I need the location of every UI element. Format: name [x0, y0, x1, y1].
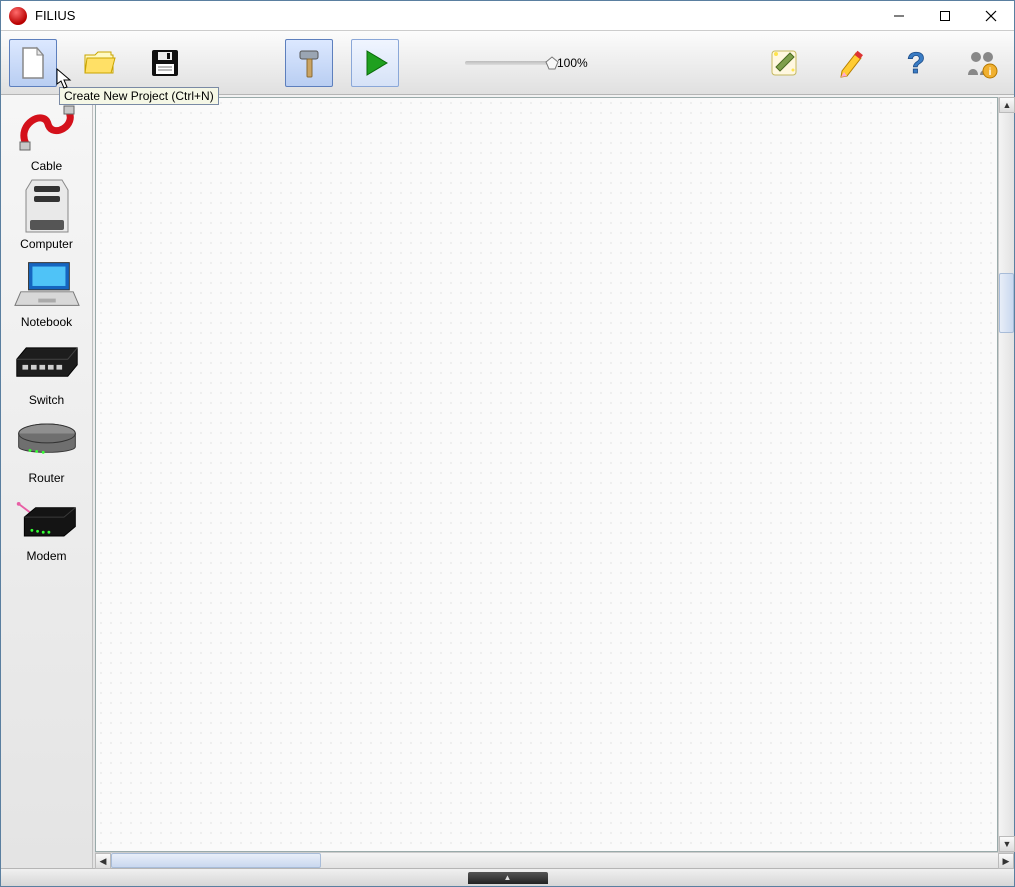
- help-button[interactable]: ?: [892, 39, 940, 87]
- notebook-icon: [13, 258, 81, 312]
- simulation-mode-button[interactable]: [351, 39, 399, 87]
- scroll-thumb[interactable]: [111, 853, 321, 868]
- zoom-label: 100%: [557, 56, 588, 70]
- palette-label: Notebook: [4, 315, 90, 329]
- app-icon: [9, 7, 27, 25]
- save-project-button[interactable]: [141, 39, 189, 87]
- scroll-down-icon[interactable]: ▼: [999, 836, 1015, 852]
- main-area: Cable Computer: [1, 95, 1014, 868]
- computer-tower-icon: [14, 176, 80, 238]
- modem-icon: [13, 495, 81, 543]
- svg-text:?: ?: [907, 47, 925, 80]
- scroll-right-icon[interactable]: ▶: [998, 853, 1014, 869]
- bottom-panel: ▲: [1, 868, 1014, 886]
- scroll-thumb[interactable]: [999, 273, 1014, 333]
- panel-expand-handle[interactable]: ▲: [468, 872, 548, 884]
- new-project-button[interactable]: [9, 39, 57, 87]
- svg-text:i: i: [989, 67, 992, 78]
- wizard-icon: [766, 45, 802, 81]
- about-button[interactable]: i: [958, 39, 1006, 87]
- switch-icon: [13, 343, 81, 383]
- router-icon: [13, 419, 81, 463]
- people-info-icon: i: [964, 45, 1000, 81]
- palette-item-switch[interactable]: Switch: [4, 331, 90, 409]
- folder-icon: [81, 45, 117, 81]
- palette-item-cable[interactable]: Cable: [4, 97, 90, 175]
- open-project-button[interactable]: [75, 39, 123, 87]
- close-button[interactable]: [968, 1, 1014, 31]
- wizard-button[interactable]: [760, 39, 808, 87]
- vertical-scrollbar[interactable]: ▲ ▼: [998, 97, 1014, 852]
- scroll-left-icon[interactable]: ◀: [95, 853, 111, 869]
- canvas-wrap: ▲ ▼ ◀ ▶: [93, 95, 1014, 868]
- toolbar: 100% ?: [1, 31, 1014, 95]
- question-icon: ?: [898, 45, 934, 81]
- palette-item-modem[interactable]: Modem: [4, 487, 90, 565]
- floppy-icon: [147, 45, 183, 81]
- palette-item-computer[interactable]: Computer: [4, 175, 90, 253]
- titlebar: FILIUS: [1, 1, 1014, 31]
- tooltip: Create New Project (Ctrl+N): [59, 87, 219, 105]
- cable-icon: [14, 104, 80, 154]
- scroll-up-icon[interactable]: ▲: [999, 97, 1015, 113]
- design-mode-button[interactable]: [285, 39, 333, 87]
- palette-label: Switch: [4, 393, 90, 407]
- hammer-icon: [291, 45, 327, 81]
- palette-item-router[interactable]: Router: [4, 409, 90, 487]
- palette-label: Cable: [4, 159, 90, 173]
- palette-label: Computer: [4, 237, 90, 251]
- app-title: FILIUS: [35, 8, 75, 23]
- maximize-button[interactable]: [922, 1, 968, 31]
- palette-label: Modem: [4, 549, 90, 563]
- palette-item-notebook[interactable]: Notebook: [4, 253, 90, 331]
- documentation-button[interactable]: [826, 39, 874, 87]
- slider-thumb-icon: [545, 56, 559, 70]
- play-icon: [357, 45, 393, 81]
- minimize-button[interactable]: [876, 1, 922, 31]
- pencil-icon: [832, 45, 868, 81]
- new-file-icon: [15, 45, 51, 81]
- zoom-slider[interactable]: 100%: [465, 56, 588, 70]
- design-canvas[interactable]: [95, 97, 998, 852]
- component-palette: Cable Computer: [1, 95, 93, 868]
- palette-label: Router: [4, 471, 90, 485]
- horizontal-scrollbar[interactable]: ◀ ▶: [95, 852, 1014, 868]
